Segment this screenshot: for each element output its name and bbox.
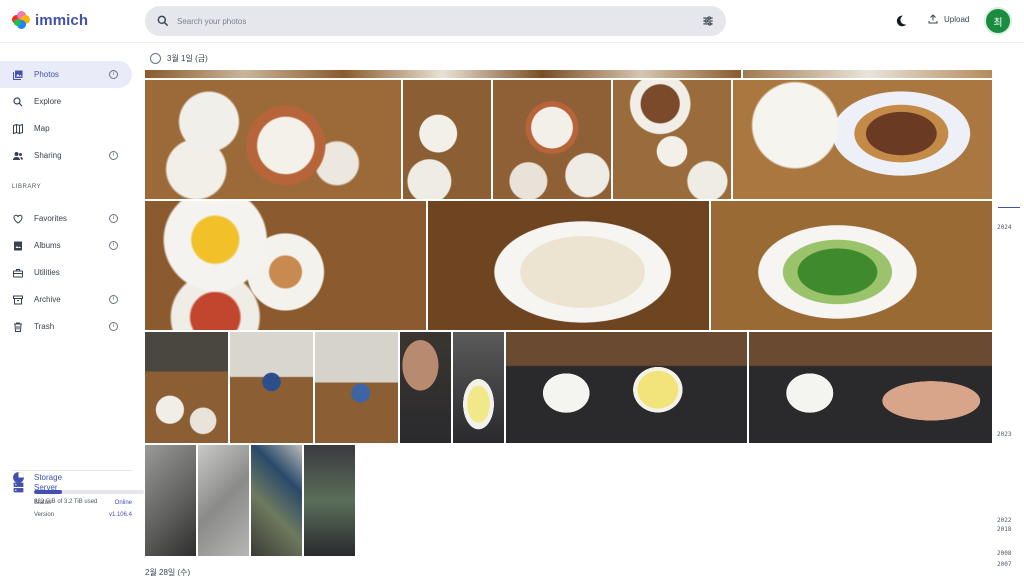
user-avatar[interactable]: 최: [984, 7, 1012, 35]
photo-thumbnail[interactable]: [403, 80, 491, 199]
toolbox-icon: [13, 268, 23, 277]
date-group-title: 3월 1일 (금): [167, 54, 208, 63]
photo-thumbnail[interactable]: [145, 80, 401, 199]
app-logo[interactable]: immich: [12, 11, 88, 29]
server-status-row: Status Online: [34, 500, 132, 506]
year-label[interactable]: 2008: [997, 550, 1011, 557]
search-icon: [157, 15, 169, 27]
photo-thumbnail[interactable]: [453, 332, 504, 443]
upload-button[interactable]: Upload: [927, 13, 969, 25]
immich-logo-icon: [12, 11, 30, 29]
search-icon: [13, 96, 23, 106]
top-bar: immich Upload 최: [0, 0, 1024, 43]
map-icon: [13, 123, 23, 134]
photo-thumbnail[interactable]: [711, 201, 992, 330]
sidebar-item-label: Favorites: [34, 214, 67, 223]
photo-thumbnail[interactable]: [145, 70, 741, 78]
sidebar-item-utilities[interactable]: Utilities: [0, 259, 132, 286]
server-title: Server: [34, 483, 58, 492]
sidebar-divider: [12, 470, 132, 471]
sidebar-item-label: Photos: [34, 70, 59, 79]
sidebar-item-favorites[interactable]: Favorites i: [0, 205, 132, 232]
sidebar-item-label: Archive: [34, 295, 61, 304]
library-section-title: LIBRARY: [12, 184, 42, 190]
photo-timeline: 3월 1일 (금) 2월 28일 (수): [145, 43, 993, 576]
photo-thumbnail[interactable]: [304, 445, 355, 556]
album-icon: [14, 241, 22, 250]
photo-thumbnail[interactable]: [743, 70, 992, 78]
timeline-scrubber[interactable]: 2024 2023 2022 2018 2008 2007: [996, 43, 1024, 576]
photo-thumbnail[interactable]: [733, 80, 992, 199]
scrubber-position-marker[interactable]: [998, 207, 1020, 208]
info-icon[interactable]: i: [109, 295, 118, 304]
search-bar[interactable]: [145, 6, 726, 36]
photos-icon: [13, 70, 23, 80]
server-icon: [13, 482, 24, 493]
server-version-label: Version: [34, 512, 55, 518]
sidebar-item-label: Albums: [34, 241, 61, 250]
search-options-icon[interactable]: [701, 14, 715, 28]
photo-thumbnail[interactable]: [145, 201, 426, 330]
search-input[interactable]: [177, 11, 677, 31]
sidebar-item-albums[interactable]: Albums i: [0, 232, 132, 259]
photo-thumbnail[interactable]: [315, 332, 398, 443]
heart-icon: [13, 214, 23, 224]
sidebar-item-trash[interactable]: Trash i: [0, 313, 132, 340]
sidebar-item-label: Trash: [34, 322, 55, 331]
photo-thumbnail[interactable]: [198, 445, 249, 556]
select-group-checkbox[interactable]: [150, 53, 161, 64]
server-status-value: Online: [114, 500, 132, 506]
app-name: immich: [35, 11, 89, 29]
archive-icon: [13, 295, 23, 304]
trash-icon: [14, 322, 22, 332]
year-label[interactable]: 2022: [997, 517, 1011, 524]
sidebar-item-sharing[interactable]: Sharing i: [0, 142, 132, 169]
year-label[interactable]: 2023: [997, 431, 1011, 438]
photo-thumbnail[interactable]: [613, 80, 731, 199]
people-icon: [13, 151, 23, 160]
upload-label: Upload: [944, 14, 970, 24]
year-label[interactable]: 2018: [997, 526, 1011, 533]
photo-thumbnail[interactable]: [145, 445, 196, 556]
sidebar-item-label: Utilities: [34, 268, 60, 277]
sidebar-item-photos[interactable]: Photos i: [0, 61, 132, 88]
info-icon[interactable]: i: [109, 214, 118, 223]
date-group-header[interactable]: 3월 1일 (금): [150, 53, 208, 64]
photo-thumbnail[interactable]: [145, 332, 228, 443]
sidebar-item-label: Explore: [34, 97, 62, 106]
date-group-title-2: 2월 28일 (수): [145, 568, 191, 576]
server-version-row: Version v1.106.4: [34, 512, 132, 518]
app-root: immich Upload 최 Photos i Explore Map: [0, 0, 1024, 576]
server-status-label: Status: [34, 500, 52, 506]
sidebar-item-label: Map: [34, 124, 50, 133]
upload-icon: [928, 14, 938, 24]
info-icon[interactable]: i: [109, 241, 118, 250]
photo-thumbnail[interactable]: [400, 332, 451, 443]
photo-thumbnail[interactable]: [749, 332, 992, 443]
sidebar-item-archive[interactable]: Archive i: [0, 286, 132, 313]
theme-toggle-icon[interactable]: [893, 13, 909, 29]
year-label[interactable]: 2024: [997, 224, 1011, 231]
photo-thumbnail[interactable]: [506, 332, 747, 443]
photo-thumbnail[interactable]: [493, 80, 611, 199]
sidebar-item-label: Sharing: [34, 151, 62, 160]
info-icon[interactable]: i: [109, 151, 118, 160]
photo-thumbnail[interactable]: [428, 201, 709, 330]
sidebar-item-explore[interactable]: Explore: [0, 88, 132, 115]
year-label[interactable]: 2007: [997, 561, 1011, 568]
info-icon[interactable]: i: [109, 70, 118, 79]
sidebar-item-map[interactable]: Map: [0, 115, 132, 142]
sidebar: Photos i Explore Map Sharing i LIBRARY F…: [0, 43, 144, 576]
info-icon[interactable]: i: [109, 322, 118, 331]
photo-thumbnail[interactable]: [251, 445, 302, 556]
photo-thumbnail[interactable]: [230, 332, 313, 443]
server-panel: Server Status Online Version v1.106.4: [12, 481, 132, 518]
server-version-value: v1.106.4: [108, 512, 132, 518]
